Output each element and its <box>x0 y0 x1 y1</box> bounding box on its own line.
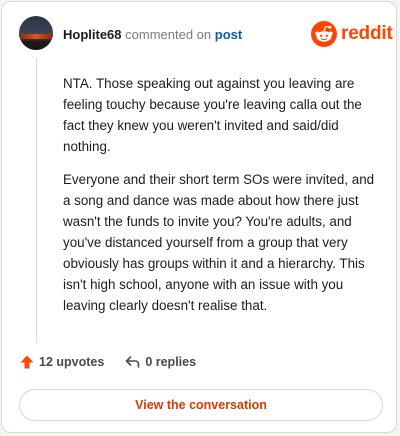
reddit-snoo-logo-icon <box>311 21 337 47</box>
replies-button[interactable]: 0 replies <box>124 354 196 370</box>
post-link[interactable]: post <box>215 27 242 42</box>
reply-arrow-icon <box>126 356 140 368</box>
avatar-sunset-band <box>19 34 53 39</box>
username-link[interactable]: Hoplite68 <box>63 27 122 42</box>
comment-paragraph-2: Everyone and their short term SOs were i… <box>63 172 375 313</box>
comment-card: Hoplite68 commented on post reddit NTA. … <box>1 1 397 433</box>
reddit-logo[interactable]: reddit <box>311 21 393 47</box>
comment-actions: 12 upvotes 0 replies <box>19 354 196 370</box>
upvote-button[interactable]: 12 upvotes <box>19 354 104 370</box>
view-conversation-button[interactable]: View the conversation <box>19 389 383 421</box>
user-avatar[interactable] <box>19 16 53 50</box>
comment-paragraph-1: NTA. Those speaking out against you leav… <box>63 76 362 154</box>
commented-on-text: commented on <box>125 27 212 42</box>
comment-header: Hoplite68 commented on post <box>63 27 242 43</box>
thread-line <box>36 58 37 343</box>
reddit-wordmark: reddit <box>341 23 393 44</box>
comment-body: NTA. Those speaking out against you leav… <box>63 73 381 328</box>
upvote-count: 12 upvotes <box>39 355 105 369</box>
reply-count: 0 replies <box>145 355 197 369</box>
upvote-arrow-icon <box>20 355 34 369</box>
